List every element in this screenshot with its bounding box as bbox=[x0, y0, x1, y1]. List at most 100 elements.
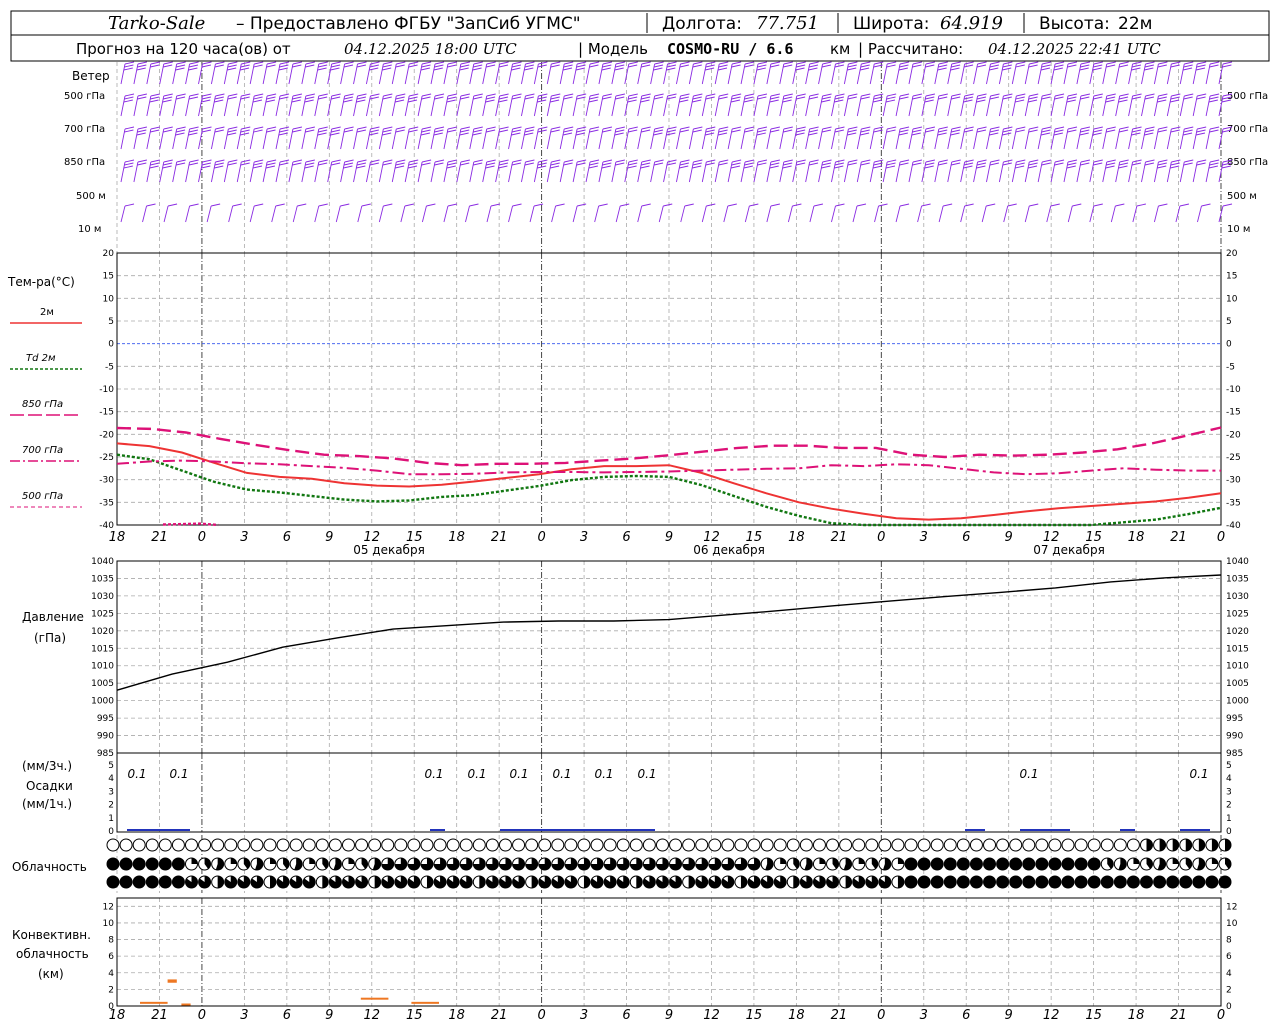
cloud-circle bbox=[996, 838, 1010, 852]
convective-panel: Конвективн. облачность (км) 12 1210 108 86 6… bbox=[12, 897, 1238, 1012]
wind-barb-feather bbox=[473, 64, 483, 68]
meteogram: Tarko-Sale – Предоставлено ФГБУ "ЗапСиб … bbox=[7, 10, 1270, 1023]
cloud-cover-icon bbox=[1048, 857, 1062, 871]
wind-barb-feather bbox=[357, 159, 367, 163]
cloud-cover-icon bbox=[145, 875, 159, 889]
cloud-circle bbox=[158, 838, 172, 852]
temp-yticks: 20 2015 1510 105 50 0-5 -5-10 -10-15 -15-20 -20-2… bbox=[99, 249, 1241, 531]
wind-barb-feather bbox=[305, 93, 315, 97]
wind-barb-shaft bbox=[465, 205, 470, 223]
wind-barb-feather bbox=[938, 126, 948, 130]
wind-barb-feather bbox=[537, 162, 547, 166]
wind-barb-feather bbox=[1145, 93, 1155, 97]
model-label: | Модель bbox=[578, 40, 648, 58]
wind-barb-feather bbox=[770, 64, 780, 68]
cloud-cover-icon bbox=[459, 875, 473, 889]
cloud-cover-icon bbox=[302, 857, 316, 871]
x-tick-label: 6 bbox=[283, 1008, 291, 1023]
wind-barb-feather bbox=[719, 126, 729, 130]
cloud-cover-icon bbox=[865, 875, 879, 889]
wind-barb-feather bbox=[266, 129, 276, 133]
conv-ytick-left: 6 bbox=[108, 952, 114, 962]
y-tick-label-right: 1035 bbox=[1226, 574, 1249, 584]
y-tick-label-left: 0 bbox=[108, 340, 114, 350]
wind-barb-feather bbox=[266, 64, 276, 68]
wind-barb-feather bbox=[137, 96, 147, 100]
wind-barb-feather bbox=[628, 129, 638, 133]
wind-barb-feather bbox=[692, 64, 702, 68]
cloud-cover-icon bbox=[446, 838, 460, 852]
cloud-cover-icon bbox=[721, 838, 735, 852]
wind-barb-feather bbox=[163, 159, 173, 163]
wind-barb-feather bbox=[666, 96, 677, 100]
wind-barb-feather bbox=[498, 162, 509, 166]
wind-barb-feather bbox=[653, 64, 664, 68]
wind-barb-feather bbox=[641, 93, 651, 97]
wind-barb-feather bbox=[835, 159, 845, 163]
wind-barb-feather bbox=[344, 93, 354, 97]
wind-barb-feather bbox=[856, 203, 867, 207]
wind-barb-shaft bbox=[787, 205, 793, 223]
cloud-cover-icon bbox=[485, 838, 499, 852]
wind-barb-feather bbox=[796, 64, 806, 68]
wind-barb-feather bbox=[460, 126, 470, 130]
wind-barb-feather bbox=[511, 129, 522, 133]
cloud-cover-icon bbox=[590, 838, 604, 852]
wind-barb-feather bbox=[538, 61, 548, 65]
wind-barb-feather bbox=[1016, 61, 1026, 65]
wind-barb-feather bbox=[1144, 67, 1154, 71]
wind-barb-feather bbox=[305, 162, 315, 166]
cloud-cover-icon bbox=[1009, 838, 1023, 852]
x-tick-label: 6 bbox=[962, 1008, 970, 1023]
wind-barb-feather bbox=[1118, 162, 1129, 166]
wind-barb-feather bbox=[1105, 165, 1115, 169]
wind-barb-feather bbox=[835, 93, 845, 97]
wind-barb-feather bbox=[577, 203, 587, 207]
wind-barb-feather bbox=[796, 93, 806, 97]
wind-barb-feather bbox=[951, 162, 961, 166]
wind-barb-feather bbox=[602, 93, 613, 97]
wind-barb-feather bbox=[899, 93, 910, 97]
wind-barb-feather bbox=[976, 99, 986, 103]
x-tick-label: 18 bbox=[1128, 1008, 1145, 1023]
wind-barb-feather bbox=[1093, 64, 1103, 68]
wind-barb-feather bbox=[821, 99, 831, 103]
wind-barb-feather bbox=[640, 165, 650, 169]
wind-barb-feather bbox=[124, 64, 134, 68]
wind-barb-feather bbox=[912, 93, 923, 97]
cloud-fill bbox=[159, 876, 172, 888]
wind-barb-feather bbox=[834, 96, 844, 100]
cloud-cover-icon bbox=[721, 857, 735, 871]
wind-barb-feather bbox=[821, 165, 831, 169]
wind-barb-feather bbox=[977, 61, 987, 65]
cloud-cover-icon bbox=[328, 875, 342, 889]
cloud-cover-icon bbox=[904, 838, 918, 852]
wind-barb-feather bbox=[1208, 165, 1218, 169]
wind-barb-feather bbox=[512, 61, 522, 65]
wind-barb-feather bbox=[304, 165, 314, 169]
wind-barb-feather bbox=[149, 99, 159, 103]
wind-level-10m: 10 м bbox=[78, 224, 101, 235]
wind-barb-feather bbox=[921, 203, 931, 207]
wind-barb-feather bbox=[201, 162, 212, 166]
cloud-cover-icon bbox=[826, 875, 840, 889]
wind-barb-feather bbox=[704, 132, 715, 136]
cloud-cover-icon bbox=[459, 838, 473, 852]
wind-barb-feather bbox=[395, 129, 405, 133]
x-tick-label: 15 bbox=[746, 1008, 763, 1023]
wind-barb-shaft bbox=[874, 205, 879, 223]
wind-barb-feather bbox=[693, 159, 703, 163]
wind-barb-feather bbox=[304, 99, 314, 103]
wind-barb-feather bbox=[963, 96, 974, 100]
cloud-fill bbox=[1219, 876, 1231, 888]
wind-barb-feather bbox=[848, 126, 858, 130]
conv-yticks: 12 1210 108 86 64 42 20 0 bbox=[103, 902, 1238, 1012]
wind-barb-feather bbox=[1015, 165, 1025, 169]
wind-barb-feather bbox=[628, 159, 638, 163]
wind-barb-feather bbox=[705, 129, 715, 133]
wind-barb-feather bbox=[292, 159, 303, 163]
wind-barb-feather bbox=[666, 64, 677, 68]
cloud-cover-icon bbox=[969, 857, 983, 871]
wind-barb-feather bbox=[408, 129, 418, 133]
cloud-fill bbox=[1146, 839, 1153, 851]
